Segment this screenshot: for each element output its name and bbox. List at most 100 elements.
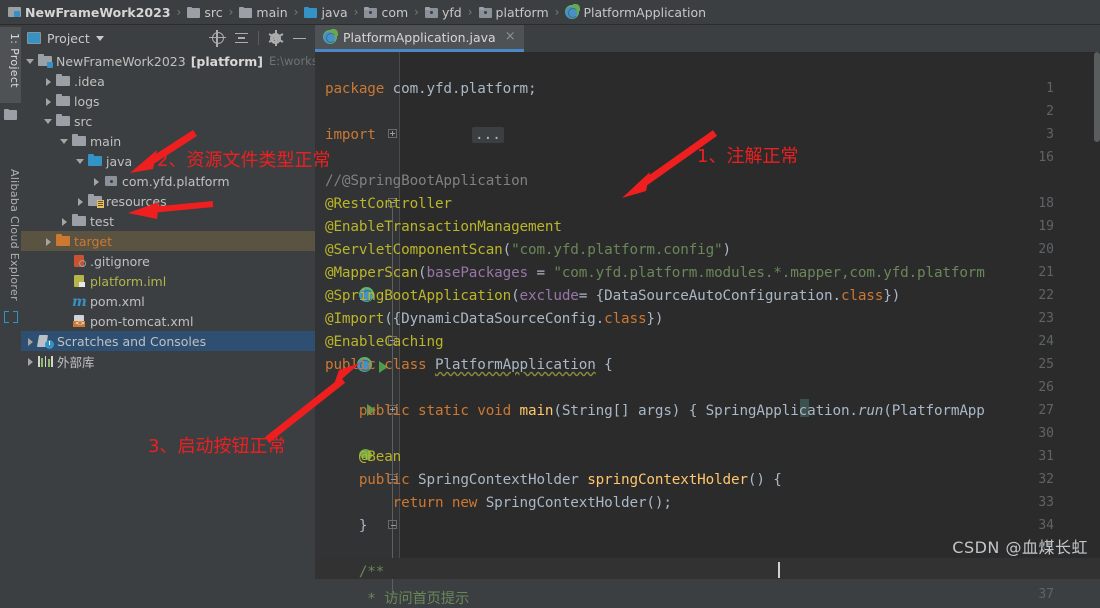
tree-item-label: com.yfd.platform (122, 173, 230, 189)
folder-icon (56, 74, 70, 87)
chevron-right-icon[interactable] (43, 76, 54, 87)
excluded-folder-icon (56, 234, 70, 247)
line-number: 33 (1038, 495, 1054, 510)
code-line-comment: //@SpringBootApplication (325, 173, 528, 189)
breadcrumb-item-class[interactable]: PlatformApplication (565, 0, 706, 25)
tree-item-project-root[interactable]: NewFrameWork2023 [platform] E:\workspa (21, 51, 332, 71)
breadcrumb-separator: › (353, 5, 359, 19)
toolbar-divider (258, 31, 259, 45)
package-icon (104, 175, 118, 187)
tool-window-button-alibaba-cloud-explorer[interactable]: Alibaba Cloud Explorer (0, 165, 21, 305)
line-number: 26 (1038, 380, 1054, 395)
tree-item-external-libraries[interactable]: 外部库 (21, 351, 315, 371)
select-opened-file-icon[interactable] (209, 29, 226, 47)
code-line-31: @Bean (358, 449, 402, 465)
line-number: 31 (1038, 449, 1054, 464)
package-icon (478, 6, 492, 18)
code-line-23: @Import({DynamicDataSourceConfig.class}) (325, 311, 664, 327)
line-number: 18 (1038, 196, 1054, 211)
editor-scrollbar[interactable] (1094, 52, 1100, 142)
chevron-right-icon[interactable] (43, 236, 54, 247)
tree-item-test[interactable]: test (21, 211, 315, 231)
fold-method-end-icon[interactable] (388, 520, 397, 529)
line-number: 34 (1038, 518, 1054, 533)
folder-icon (187, 6, 201, 18)
tree-item-label: src (74, 113, 93, 129)
tree-item-pom-xml[interactable]: m pom.xml (21, 291, 315, 311)
line-number: 22 (1038, 288, 1054, 303)
chevron-right-icon[interactable] (25, 336, 36, 347)
breadcrumb-separator: › (554, 5, 560, 19)
minimize-icon[interactable] (292, 31, 307, 46)
tree-item-label: NewFrameWork2023 (56, 53, 186, 69)
chevron-right-icon[interactable] (75, 196, 86, 207)
expand-imports-icon[interactable] (388, 129, 397, 138)
tree-item-platform-iml[interactable]: platform.iml (21, 271, 315, 291)
module-icon (38, 54, 53, 68)
iml-file-icon (72, 275, 86, 287)
tree-item-label: test (90, 213, 115, 229)
tree-item-idea[interactable]: .idea (21, 71, 315, 91)
folder-icon (56, 114, 70, 127)
tree-item-scratches-and-consoles[interactable]: Scratches and Consoles (21, 331, 315, 351)
editor-tab-platformapplication[interactable]: PlatformApplication.java × (315, 25, 524, 52)
chevron-down-icon[interactable] (59, 136, 70, 147)
code-line-21: @MapperScan(basePackages = "com.yfd.plat… (325, 265, 985, 281)
tree-item-label: Scratches and Consoles (57, 333, 207, 349)
breadcrumb-label: java (321, 4, 348, 20)
breadcrumb-item-project[interactable]: NewFrameWork2023 (8, 0, 171, 25)
code-line-19: @EnableTransactionManagement (325, 219, 562, 235)
project-panel-title[interactable]: Project (47, 31, 90, 46)
folder-icon (4, 109, 17, 120)
collapse-all-icon[interactable] (234, 31, 249, 46)
line-number: 24 (1038, 334, 1054, 349)
tree-item-src[interactable]: src (21, 111, 315, 131)
folder-icon (56, 94, 70, 107)
chevron-right-icon[interactable] (59, 216, 70, 227)
breadcrumb-separator: › (293, 5, 299, 19)
breadcrumb-item-java[interactable]: java (304, 0, 348, 25)
chevron-right-icon[interactable] (25, 356, 36, 367)
breadcrumb-item-com[interactable]: com (364, 0, 408, 25)
tree-item-target[interactable]: target (21, 231, 315, 251)
chevron-down-icon[interactable] (43, 116, 54, 127)
breadcrumb-item-main[interactable]: main (239, 0, 288, 25)
chevron-down-icon[interactable] (25, 56, 36, 67)
project-tool-window: Project NewFrameWork2023 [platform] E:\w… (21, 25, 332, 568)
breadcrumb-item-src[interactable]: src (187, 0, 223, 25)
tree-item-label: java (106, 153, 133, 169)
tree-item-gitignore[interactable]: .gitignore (21, 251, 315, 271)
tree-item-logs[interactable]: logs (21, 91, 315, 111)
tree-item-package[interactable]: com.yfd.platform (21, 171, 315, 191)
gear-icon[interactable] (268, 30, 283, 46)
module-icon (8, 6, 21, 18)
gutter-divider (399, 52, 400, 568)
tree-item-pom-tomcat-xml[interactable]: <> pom-tomcat.xml (21, 311, 315, 331)
code-line-25: public class PlatformApplication { (325, 357, 613, 373)
breadcrumb-label: src (204, 4, 223, 20)
tree-item-resources[interactable]: resources (21, 191, 315, 211)
breadcrumb-label: com (381, 4, 409, 20)
project-tree: NewFrameWork2023 [platform] E:\workspa .… (21, 51, 332, 371)
tree-item-label: .idea (74, 73, 105, 89)
code-line-24: @EnableCaching (325, 334, 444, 350)
line-number: 32 (1038, 472, 1054, 487)
chevron-right-icon[interactable] (91, 176, 102, 187)
line-number: 30 (1038, 426, 1054, 441)
breadcrumb-item-yfd[interactable]: yfd (424, 0, 462, 25)
tree-item-label: main (90, 133, 122, 149)
chevron-down-icon[interactable] (75, 156, 86, 167)
breadcrumb-separator: › (176, 5, 182, 19)
chevron-right-icon[interactable] (43, 96, 54, 107)
breadcrumb-item-platform[interactable]: platform (478, 0, 549, 25)
code-line-37: * 访问首页提示 (367, 591, 470, 607)
collapsed-imports-chip[interactable]: ... (472, 127, 504, 143)
tree-item-module-name: [platform] (190, 53, 263, 69)
close-icon[interactable]: × (505, 30, 516, 43)
tool-window-button-project[interactable]: 1: Project (0, 27, 21, 103)
terminal-icon[interactable] (4, 311, 18, 323)
xml-file-icon: <> (72, 315, 86, 327)
chevron-down-icon[interactable] (95, 35, 104, 41)
package-icon (424, 6, 438, 18)
